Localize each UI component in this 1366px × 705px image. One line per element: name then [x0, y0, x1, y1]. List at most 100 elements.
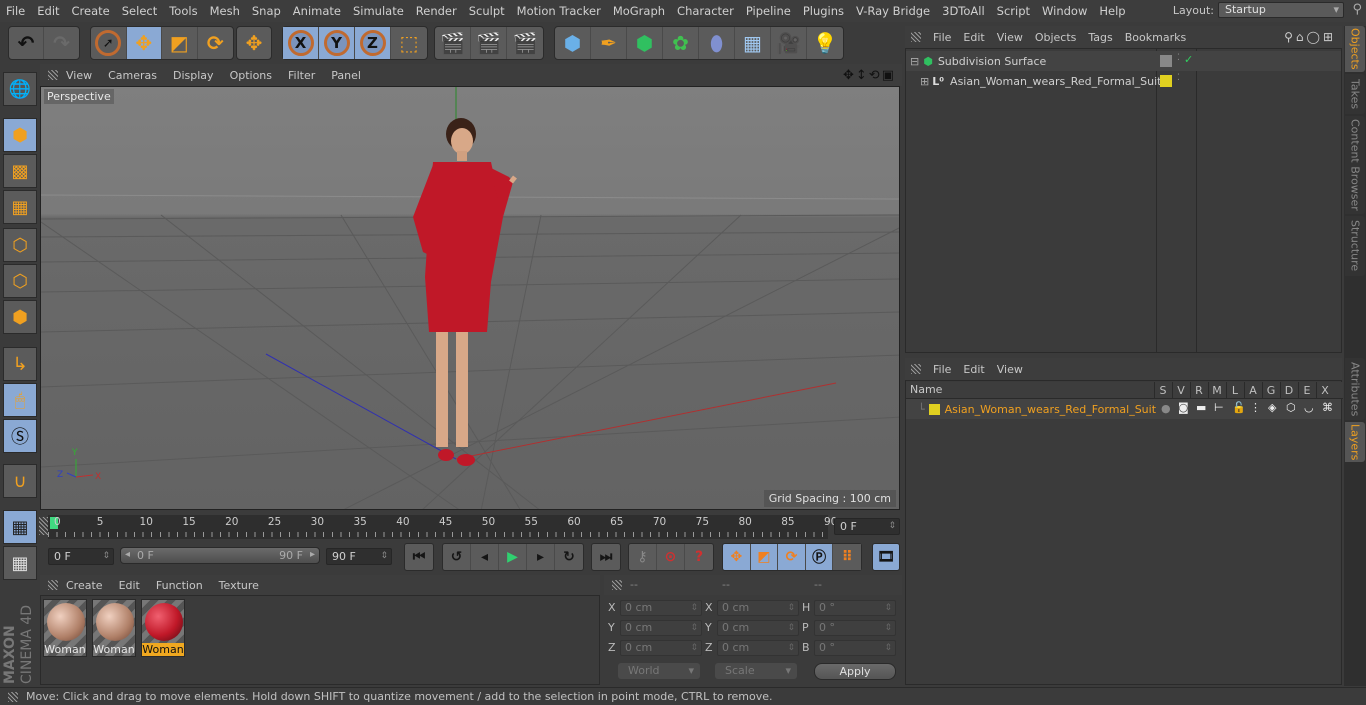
column-view[interactable]: V — [1172, 382, 1189, 399]
menu-character[interactable]: Character — [671, 4, 740, 18]
material-menu-function[interactable]: Function — [148, 579, 211, 592]
deformer-icon[interactable]: ⬡ — [1286, 401, 1296, 414]
undo-button[interactable]: ↶ — [9, 27, 45, 59]
y-axis-button[interactable]: Y — [319, 27, 355, 59]
subdivision-button[interactable]: ⬢ — [627, 27, 663, 59]
menu-3dtoall[interactable]: 3DToAll — [936, 4, 991, 18]
size-mode-dropdown[interactable]: Scale — [715, 663, 797, 679]
expand-icon[interactable]: ⊞ — [920, 75, 929, 88]
lock-workplane-button[interactable]: ▦ — [3, 510, 37, 544]
orbit-icon[interactable]: ⟲ — [869, 68, 882, 83]
object-row-woman[interactable]: ⊞ L⁰ Asian_Woman_wears_Red_Formal_Suit ⁚ — [906, 71, 1341, 91]
manager-tree-icon[interactable]: ⊢ — [1214, 401, 1224, 414]
objects-menu-view[interactable]: View — [991, 31, 1029, 44]
model-mode-button[interactable]: ⬢ — [3, 118, 37, 152]
menu-tools[interactable]: Tools — [163, 4, 203, 18]
points-mode-button[interactable]: ⬡ — [3, 228, 37, 262]
collapse-icon[interactable]: ⊟ — [910, 55, 919, 68]
objects-menu-objects[interactable]: Objects — [1029, 31, 1083, 44]
menu-window[interactable]: Window — [1036, 4, 1093, 18]
lock-open-icon[interactable]: 🔓 — [1232, 401, 1246, 414]
solo-dot-icon[interactable]: ● — [1161, 402, 1171, 415]
viewport-menu-view[interactable]: View — [58, 69, 100, 82]
render-settings-button[interactable]: 🎬 — [507, 27, 543, 59]
light-button[interactable]: 💡 — [807, 27, 843, 59]
column-xref[interactable]: X — [1316, 382, 1333, 399]
menu-vray-bridge[interactable]: V-Ray Bridge — [850, 4, 936, 18]
layers-menu-edit[interactable]: Edit — [957, 363, 990, 376]
size-y-field[interactable]: 0 cm — [717, 620, 799, 636]
material-item[interactable]: Woman — [92, 599, 136, 657]
workplane-mode-button[interactable]: ▦ — [3, 190, 37, 224]
menu-script[interactable]: Script — [991, 4, 1036, 18]
column-manager[interactable]: M — [1208, 382, 1225, 399]
material-menu-create[interactable]: Create — [58, 579, 111, 592]
objects-menu-bookmarks[interactable]: Bookmarks — [1119, 31, 1192, 44]
next-key-button[interactable]: ↻ — [555, 544, 583, 570]
viewport-menu-filter[interactable]: Filter — [280, 69, 323, 82]
coordinate-system-button[interactable]: ⬚ — [391, 27, 427, 59]
floor-button[interactable]: ▦ — [735, 27, 771, 59]
tab-takes[interactable]: Takes — [1345, 74, 1365, 114]
scale-tool-button[interactable]: ◩ — [162, 27, 198, 59]
auto-key-button[interactable]: ⊙ — [657, 544, 685, 570]
objects-menu-file[interactable]: File — [927, 31, 957, 44]
menu-snap[interactable]: Snap — [246, 4, 287, 18]
layers-menu-file[interactable]: File — [927, 363, 957, 376]
key-parameter-button[interactable]: Ⓟ — [806, 544, 834, 570]
edges-mode-button[interactable]: ⬡ — [3, 264, 37, 298]
key-rotation-button[interactable]: ⟳ — [778, 544, 806, 570]
column-render[interactable]: R — [1190, 382, 1207, 399]
menu-mograph[interactable]: MoGraph — [607, 4, 671, 18]
material-item-selected[interactable]: Woman — [141, 599, 185, 657]
recent-tool-button[interactable]: ✥ — [237, 27, 271, 59]
perspective-viewport[interactable]: Y X Z Perspective Grid Spacing : 100 cm — [40, 86, 900, 510]
workplane-rotate-button[interactable]: ▦ — [3, 546, 37, 580]
range-left-arrow[interactable]: ◂ — [125, 549, 130, 560]
column-name[interactable]: Name — [910, 383, 942, 396]
menu-sculpt[interactable]: Sculpt — [463, 4, 511, 18]
new-window-icon[interactable]: ⊞ — [1323, 30, 1336, 44]
material-menu-texture[interactable]: Texture — [211, 579, 267, 592]
layer-color-swatch[interactable] — [928, 403, 940, 415]
timeline-window-button[interactable]: 🎞 — [873, 544, 899, 570]
cloner-button[interactable]: ✿ — [663, 27, 699, 59]
viewport-menu-panel[interactable]: Panel — [323, 69, 369, 82]
menu-mesh[interactable]: Mesh — [204, 4, 246, 18]
rot-p-field[interactable]: 0 ° — [814, 620, 896, 636]
move-tool-button[interactable]: ✥ — [126, 27, 162, 59]
goto-end-button[interactable]: ⏭ — [592, 544, 620, 570]
rot-h-field[interactable]: 0 ° — [814, 600, 896, 616]
xref-icon[interactable]: ⌘ — [1322, 401, 1333, 414]
current-frame-field[interactable]: 0 F — [834, 518, 900, 535]
menu-motion-tracker[interactable]: Motion Tracker — [511, 4, 607, 18]
camera-label[interactable]: Perspective — [44, 89, 114, 104]
tab-objects[interactable]: Objects — [1345, 26, 1365, 72]
key-position-button[interactable]: ✥ — [723, 544, 751, 570]
column-animation[interactable]: A — [1244, 382, 1261, 399]
layers-menu-view[interactable]: View — [991, 363, 1029, 376]
render-picture-viewer-button[interactable]: 🎬 — [471, 27, 507, 59]
menu-create[interactable]: Create — [66, 4, 116, 18]
rot-b-field[interactable]: 0 ° — [814, 640, 896, 656]
material-menu-edit[interactable]: Edit — [111, 579, 148, 592]
z-axis-button[interactable]: Z — [355, 27, 391, 59]
record-key-button[interactable]: ⚷ — [629, 544, 657, 570]
home-icon[interactable]: ⌂ — [1296, 30, 1307, 44]
viewport-menu-cameras[interactable]: Cameras — [100, 69, 165, 82]
panel-grip-icon[interactable] — [911, 364, 921, 374]
size-z-field[interactable]: 0 cm — [717, 640, 799, 656]
objects-menu-edit[interactable]: Edit — [957, 31, 990, 44]
column-generators[interactable]: G — [1262, 382, 1279, 399]
apply-button[interactable]: Apply — [814, 663, 896, 680]
key-scale-button[interactable]: ◩ — [751, 544, 779, 570]
tweak-mode-button[interactable]: 🖱 — [3, 383, 37, 417]
keyframe-selection-button[interactable]: ? — [685, 544, 713, 570]
deformer-button[interactable]: ⬮ — [699, 27, 735, 59]
menu-animate[interactable]: Animate — [287, 4, 347, 18]
maximize-view-icon[interactable]: ▣ — [882, 68, 896, 83]
expression-icon[interactable]: ◡ — [1304, 401, 1314, 414]
viewport-menu-options[interactable]: Options — [222, 69, 280, 82]
next-frame-button[interactable]: ▸ — [527, 544, 555, 570]
search-icon[interactable]: ⚲ — [1352, 2, 1362, 17]
